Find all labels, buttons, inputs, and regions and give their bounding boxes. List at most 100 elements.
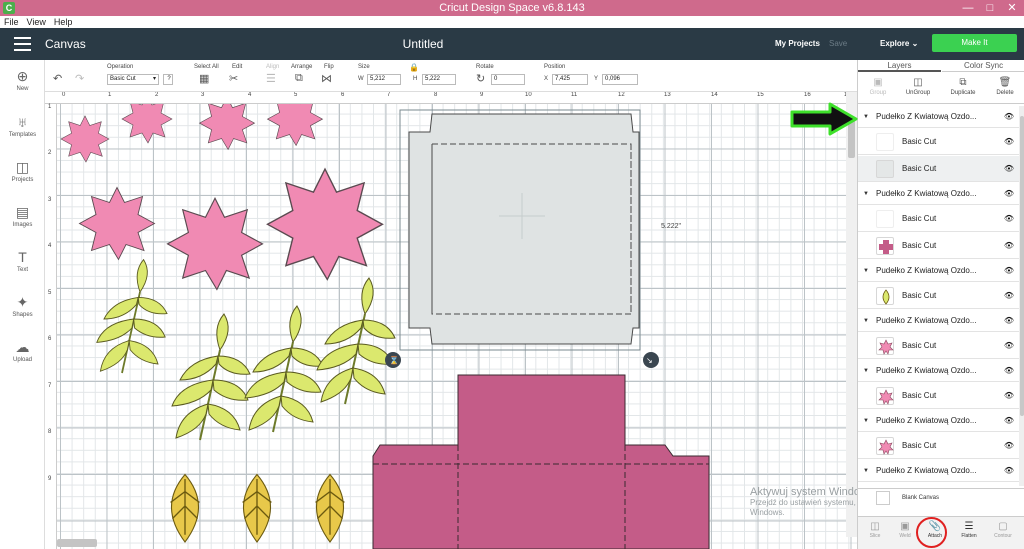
flip-icon[interactable]: ⋈ [321, 72, 332, 85]
eye-icon[interactable]: 👁 [1004, 310, 1014, 332]
blank-canvas-row[interactable]: Blank Canvas [858, 488, 1024, 506]
flatten-button[interactable]: ☰ Flatten [954, 521, 984, 539]
help-icon[interactable]: ? [163, 74, 173, 85]
canvas-horizontal-scrollbar[interactable] [57, 539, 97, 547]
operation-value: Basic Cut [110, 76, 136, 82]
layer-group-row[interactable]: ▼ Pudełko Z Kwiatową Ozdo... 👁 [858, 460, 1019, 482]
caret-down-icon[interactable]: ▼ [863, 260, 869, 282]
canvas-vertical-scrollbar[interactable] [846, 92, 857, 537]
make-it-button[interactable]: Make It [932, 34, 1017, 52]
minimize-icon[interactable]: — [957, 0, 979, 16]
height-input[interactable]: 5,222 [422, 74, 456, 85]
eye-icon[interactable]: 👁 [1004, 156, 1014, 182]
eye-icon[interactable]: 👁 [1004, 106, 1014, 128]
layer-group-row[interactable]: ▼ Pudełko Z Kwiatową Ozdo... 👁 [858, 360, 1019, 382]
layer-row[interactable]: Basic Cut 👁 [858, 283, 1019, 309]
undo-icon[interactable]: ↶ [53, 72, 62, 85]
layer-row[interactable]: Basic Cut 👁 [858, 233, 1019, 259]
caret-down-icon[interactable]: ▼ [863, 106, 869, 128]
green-arrow-annotation [790, 102, 858, 136]
redo-icon[interactable]: ↷ [75, 72, 84, 85]
sidebar-item-new[interactable]: ⊕ New [0, 68, 45, 92]
maximize-icon[interactable]: □ [979, 0, 1001, 16]
caret-down-icon[interactable]: ▼ [863, 183, 869, 205]
layer-row[interactable]: Basic Cut 👁 [858, 206, 1019, 232]
layer-group-row[interactable]: ▼ Pudełko Z Kwiatową Ozdo... 👁 [858, 106, 1019, 128]
eye-icon[interactable]: 👁 [1004, 206, 1014, 232]
lock-icon[interactable]: 🔒 [409, 63, 419, 72]
group-button[interactable]: ▣ Group [858, 76, 898, 96]
eye-icon[interactable]: 👁 [1004, 410, 1014, 432]
my-projects-link[interactable]: My Projects [775, 39, 820, 48]
shapes-icon: ✦ [16, 294, 29, 310]
layer-row[interactable]: Basic Cut 👁 [858, 156, 1019, 182]
scissors-icon[interactable]: ✂ [229, 72, 238, 85]
layer-group-name: Pudełko Z Kwiatową Ozdo... [876, 416, 977, 425]
sidebar-item-text[interactable]: T Text [0, 249, 45, 273]
eye-icon[interactable]: 👁 [1004, 260, 1014, 282]
eye-icon[interactable]: 👁 [1004, 183, 1014, 205]
sidebar-item-templates[interactable]: ♅ Templates [0, 114, 45, 138]
select-all-label: Select All [194, 64, 219, 70]
ruler-tick: 7 [387, 92, 391, 98]
close-icon[interactable]: ✕ [1001, 0, 1023, 16]
slice-button[interactable]: ◫ Slice [860, 521, 890, 539]
layer-row[interactable]: Basic Cut 👁 [858, 129, 1019, 155]
flower-icon [878, 339, 894, 355]
eye-icon[interactable]: 👁 [1004, 333, 1014, 359]
align-icon[interactable]: ☰ [266, 72, 276, 85]
y-input[interactable]: 0,096 [602, 74, 638, 85]
layer-row[interactable]: Basic Cut 👁 [858, 383, 1019, 409]
design-canvas[interactable]: ⌛ ↘ 0 1 2 3 4 5 6 7 8 9 10 11 12 13 14 1… [45, 92, 857, 549]
delete-button[interactable]: 🗑 Delete [985, 76, 1024, 96]
sidebar-item-shapes[interactable]: ✦ Shapes [0, 294, 45, 318]
eye-icon[interactable]: 👁 [1004, 433, 1014, 459]
rotate-input[interactable]: 0 [491, 74, 525, 85]
layer-row[interactable]: Basic Cut 👁 [858, 433, 1019, 459]
ruler-tick: 1 [48, 104, 52, 110]
sidebar-item-projects[interactable]: ◫ Projects [0, 159, 45, 183]
arrange-icon[interactable]: ⧉ [295, 72, 303, 85]
caret-down-icon[interactable]: ▼ [863, 410, 869, 432]
eye-icon[interactable]: 👁 [1004, 129, 1014, 155]
menu-file[interactable]: File [0, 16, 23, 28]
caret-down-icon[interactable]: ▼ [863, 460, 869, 482]
eye-icon[interactable]: 👁 [1004, 383, 1014, 409]
sidebar-item-upload[interactable]: ☁ Upload [0, 339, 45, 363]
duplicate-button[interactable]: ⧉ Duplicate [943, 76, 983, 96]
layers-scrollbar[interactable] [1019, 106, 1024, 486]
menu-view[interactable]: View [23, 16, 50, 28]
caret-down-icon[interactable]: ▼ [863, 360, 869, 382]
layer-name: Basic Cut [902, 241, 937, 250]
layer-row[interactable]: Basic Cut 👁 [858, 333, 1019, 359]
canvas-artwork[interactable]: ⌛ ↘ [45, 92, 857, 549]
save-button[interactable]: Save [829, 39, 847, 48]
layer-group-row[interactable]: ▼ Pudełko Z Kwiatową Ozdo... 👁 [858, 183, 1019, 205]
eye-icon[interactable]: 👁 [1004, 283, 1014, 309]
menu-help[interactable]: Help [50, 16, 77, 28]
layer-group-row[interactable]: ▼ Pudełko Z Kwiatową Ozdo... 👁 [858, 260, 1019, 282]
select-all-icon[interactable]: ▦ [199, 72, 209, 85]
ruler-top: 0 1 2 3 4 5 6 7 8 9 10 11 12 13 14 15 16… [45, 92, 857, 104]
svg-text:↘: ↘ [646, 356, 653, 365]
operation-select[interactable]: Basic Cut ▾ [107, 74, 159, 85]
window-title: Cricut Design Space v6.8.143 [439, 2, 585, 14]
layer-thumbnail [876, 437, 894, 455]
explore-dropdown[interactable]: Explore ⌄ [880, 39, 918, 48]
layer-group-row[interactable]: ▼ Pudełko Z Kwiatową Ozdo... 👁 [858, 410, 1019, 432]
tab-layers[interactable]: Layers [858, 60, 941, 72]
tab-color-sync[interactable]: Color Sync [942, 60, 1024, 72]
layer-group-row[interactable]: ▼ Pudełko Z Kwiatową Ozdo... 👁 [858, 310, 1019, 332]
ungroup-button[interactable]: ◫ UnGroup [898, 76, 938, 96]
eye-icon[interactable]: 👁 [1004, 460, 1014, 482]
width-input[interactable]: 5,212 [367, 74, 401, 85]
layer-name: Basic Cut [902, 164, 937, 173]
caret-down-icon[interactable]: ▼ [863, 310, 869, 332]
x-input[interactable]: 7,425 [552, 74, 588, 85]
cross-shape-icon [879, 240, 893, 254]
eye-icon[interactable]: 👁 [1004, 360, 1014, 382]
sidebar-item-images[interactable]: ▤ Images [0, 204, 45, 228]
scroll-thumb[interactable] [1020, 116, 1024, 416]
contour-button[interactable]: ▢ Contour [988, 521, 1018, 539]
eye-icon[interactable]: 👁 [1004, 233, 1014, 259]
